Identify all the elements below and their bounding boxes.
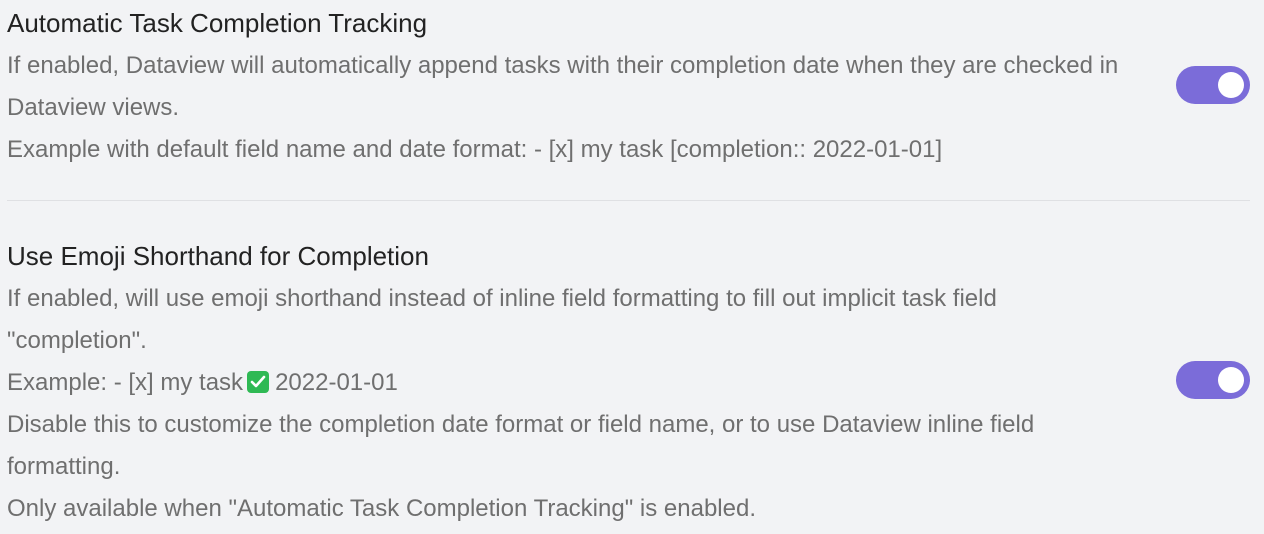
settings-panel: Automatic Task Completion Tracking If en…: [0, 0, 1264, 534]
toggle-knob: [1218, 367, 1244, 393]
setting-name: Automatic Task Completion Tracking: [7, 8, 428, 38]
setting-description: If enabled, will use emoji shorthand ins…: [7, 278, 1167, 530]
check-mark-button-emoji-icon: [247, 371, 270, 393]
example-prefix: Example: - [x] my task: [7, 369, 244, 396]
setting-automatic-task-completion-tracking: Automatic Task Completion Tracking If en…: [7, 0, 1250, 200]
emoji-shorthand-toggle[interactable]: [1176, 361, 1250, 399]
automatic-task-completion-toggle[interactable]: [1176, 66, 1250, 104]
setting-use-emoji-shorthand: Use Emoji Shorthand for Completion If en…: [7, 201, 1250, 534]
description-line: formatting.: [7, 453, 121, 480]
example-line: Example: - [x] my task 2022-01-01: [7, 362, 1167, 404]
toggle-knob: [1218, 72, 1244, 98]
description-line: If enabled, Dataview will automatically …: [7, 52, 1119, 79]
setting-description: If enabled, Dataview will automatically …: [7, 45, 1167, 171]
description-line: Only available when "Automatic Task Comp…: [7, 495, 756, 522]
description-line: Disable this to customize the completion…: [7, 411, 1035, 438]
description-line: If enabled, will use emoji shorthand ins…: [7, 285, 997, 312]
description-line: Example with default field name and date…: [7, 136, 943, 163]
description-line: Dataview views.: [7, 94, 180, 121]
description-line: "completion".: [7, 327, 147, 354]
example-date: 2022-01-01: [275, 369, 398, 396]
setting-name: Use Emoji Shorthand for Completion: [7, 241, 429, 271]
